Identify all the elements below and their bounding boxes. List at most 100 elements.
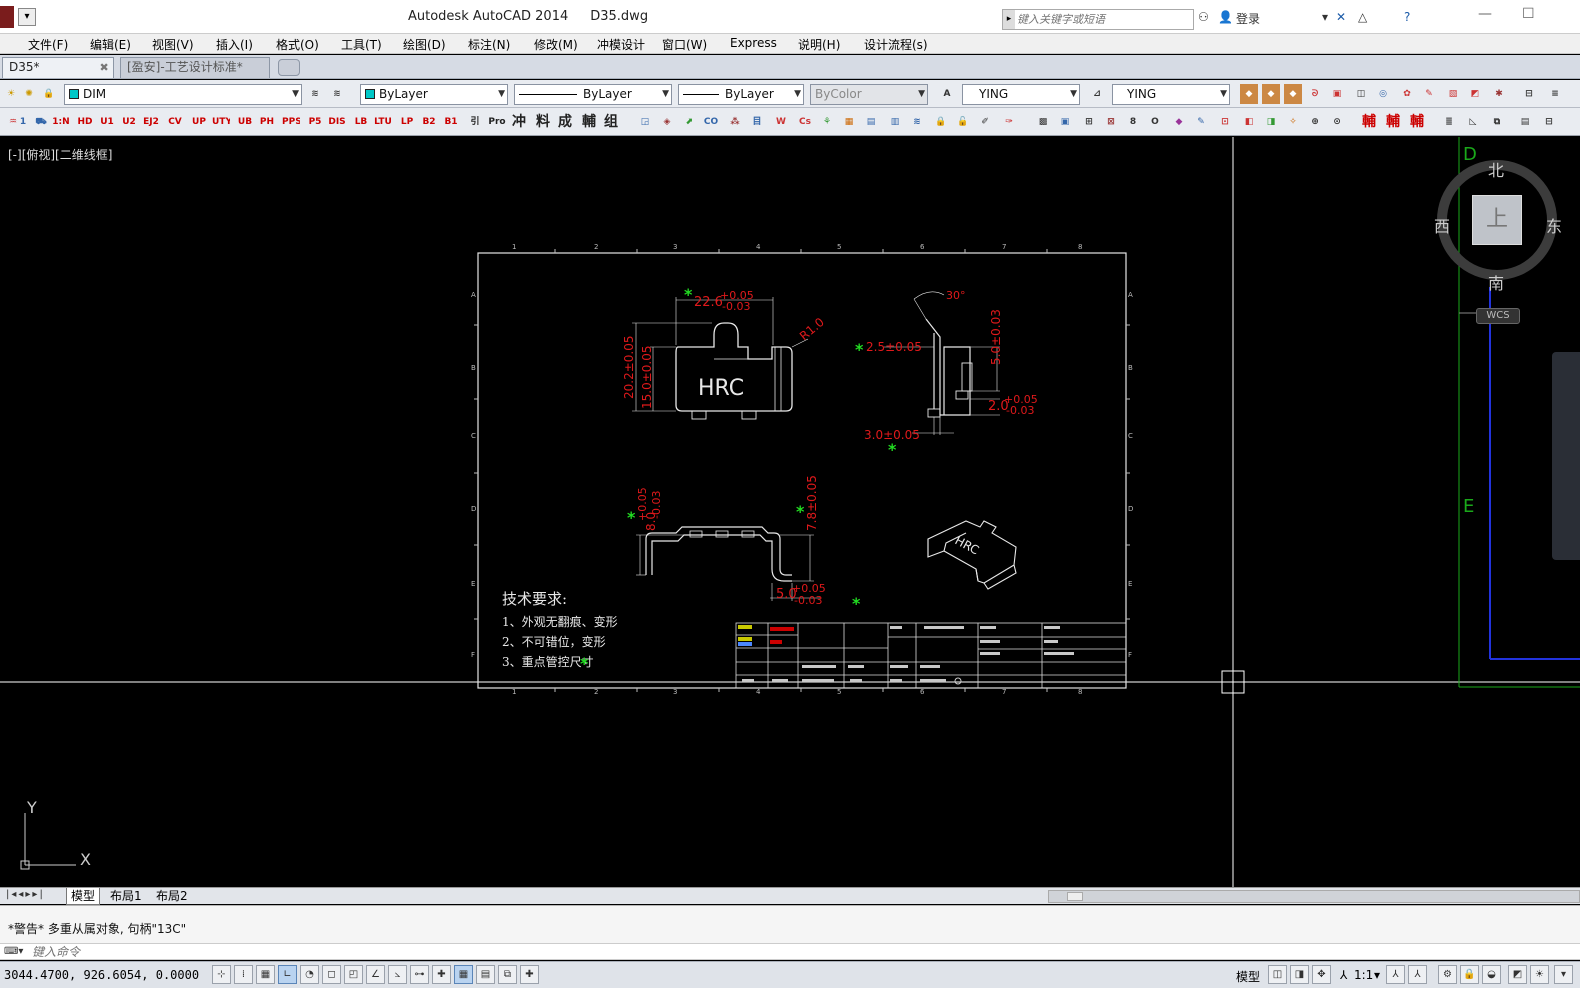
- doc-tab-standard[interactable]: [盈安]-工艺设计标准*: [120, 57, 270, 78]
- toolbar-icon[interactable]: 輔: [1384, 112, 1402, 132]
- viewcube-east[interactable]: 东: [1546, 213, 1562, 237]
- toolbar-icon[interactable]: ◺: [1464, 112, 1482, 132]
- menu-express[interactable]: Express: [730, 36, 777, 50]
- annotation-scale-icon[interactable]: ⅄: [1340, 968, 1347, 982]
- horizontal-scrollbar[interactable]: [1048, 890, 1580, 903]
- toolbar-icon[interactable]: ✎: [1192, 112, 1210, 132]
- quick-access-dropdown-icon[interactable]: ▾: [18, 8, 36, 26]
- doc-tab-d35[interactable]: D35* ✖: [2, 57, 114, 78]
- menu-view[interactable]: 视图(V): [152, 36, 194, 53]
- annotation-scale[interactable]: 1:1: [1354, 968, 1373, 982]
- ducs-icon[interactable]: ⦣: [388, 965, 407, 984]
- help-icon[interactable]: ?: [1404, 10, 1410, 24]
- toolbar-icon-cheng[interactable]: 成: [556, 112, 574, 132]
- tool-icon[interactable]: ✱: [1490, 84, 1508, 104]
- toolbar-lock-icon[interactable]: 🔒: [1460, 965, 1479, 984]
- lock-icon[interactable]: 🔒: [40, 84, 58, 104]
- command-input[interactable]: [32, 944, 932, 959]
- search-expand-icon[interactable]: ▸: [1003, 10, 1015, 29]
- toolbar-icon[interactable]: ▣: [1056, 112, 1074, 132]
- toolbar-icon[interactable]: ▤: [1516, 112, 1534, 132]
- tool-icon[interactable]: ▧: [1444, 84, 1462, 104]
- toolbar-icon-pro[interactable]: Pro: [488, 112, 506, 132]
- app-menu-button[interactable]: [0, 6, 14, 28]
- lineweight-dropdown[interactable]: ByLayer ▼: [678, 84, 804, 105]
- toolbar-icon[interactable]: ▥: [886, 112, 904, 132]
- dyn-icon[interactable]: ⊶: [410, 965, 429, 984]
- toolbar-icon[interactable]: ✧: [1284, 112, 1302, 132]
- tool-icon[interactable]: ◫: [1352, 84, 1370, 104]
- dim-style-icon[interactable]: ⊿: [1088, 84, 1106, 104]
- toolbar-icon-u2[interactable]: U2: [120, 112, 138, 132]
- menu-draw[interactable]: 绘图(D): [403, 36, 446, 53]
- toolbar-icon[interactable]: 8: [1124, 112, 1142, 132]
- workspace-gear-icon[interactable]: ⚙: [1438, 965, 1457, 984]
- menu-format[interactable]: 格式(O): [276, 36, 319, 53]
- toolbar-icon[interactable]: ⊙: [1328, 112, 1346, 132]
- toolbar-icon-ph[interactable]: PH: [258, 112, 276, 132]
- osnap-icon[interactable]: ◻: [322, 965, 341, 984]
- maximize-icon[interactable]: ☐: [1522, 6, 1535, 22]
- linetype-dropdown[interactable]: ByLayer ▼: [514, 84, 672, 105]
- transparency-icon[interactable]: ▦: [454, 965, 473, 984]
- menu-die-design[interactable]: 冲模设计: [597, 36, 645, 53]
- lineweight-icon[interactable]: ✚: [432, 965, 451, 984]
- toolbar-icon[interactable]: 目: [748, 112, 766, 132]
- selection-cycling-icon[interactable]: ⧉: [498, 965, 517, 984]
- tool-icon[interactable]: ✿: [1398, 84, 1416, 104]
- toolbar-icon[interactable]: ⊟: [1540, 112, 1558, 132]
- toolbar-icon-hd[interactable]: HD: [76, 112, 94, 132]
- toolbar-icon-uty[interactable]: UTY: [212, 112, 230, 132]
- toolbar-icon[interactable]: 輔: [1408, 112, 1426, 132]
- coordinate-readout[interactable]: 3044.4700, 926.6054, 0.0000: [4, 968, 199, 982]
- toolbar-icon-dis[interactable]: DIS: [328, 112, 346, 132]
- minimize-icon[interactable]: —: [1478, 6, 1492, 22]
- toolbar-icon-pps[interactable]: PPS: [282, 112, 300, 132]
- toolbar-icon[interactable]: ⊡: [1216, 112, 1234, 132]
- chevron-down-icon[interactable]: ▾: [1374, 968, 1380, 982]
- otrack-icon[interactable]: ∠: [366, 965, 385, 984]
- tab-model[interactable]: 模型: [66, 888, 101, 905]
- lightbulb-icon[interactable]: ☀: [1530, 965, 1549, 984]
- toolbar-icon[interactable]: W: [772, 112, 790, 132]
- scroll-thumb[interactable]: [1067, 892, 1083, 901]
- toolbar-icon[interactable]: ⁂: [726, 112, 744, 132]
- quick-props-icon[interactable]: ▤: [476, 965, 495, 984]
- toolbar-icon[interactable]: ◈: [658, 112, 676, 132]
- toolbar-icon-ub[interactable]: UB: [236, 112, 254, 132]
- ortho-icon[interactable]: ∟: [278, 965, 297, 984]
- menu-file[interactable]: 文件(F): [28, 36, 68, 53]
- navigation-bar[interactable]: [1552, 352, 1580, 560]
- text-style-dropdown[interactable]: YING ▼: [962, 84, 1080, 105]
- clean-screen-icon[interactable]: ▾: [1554, 965, 1573, 984]
- auto-scale-icon[interactable]: ⅄: [1408, 965, 1427, 984]
- a360-icon[interactable]: △: [1358, 10, 1367, 24]
- lightbulb-icon[interactable]: ☀: [2, 84, 20, 104]
- binoculars-icon[interactable]: ⚇: [1198, 10, 1209, 24]
- tool-icon[interactable]: ▣: [1328, 84, 1346, 104]
- toolbar-icon-yin[interactable]: 引: [466, 112, 484, 132]
- viewcube-north[interactable]: 北: [1488, 157, 1504, 181]
- layer-state-icon[interactable]: ≋: [306, 84, 324, 104]
- layer-previous-icon[interactable]: ≋: [328, 84, 346, 104]
- model-space-canvas[interactable]: D E Y X 1 2 3 4 5 6 7 8 1 2 3 4 5 6 7 8 …: [0, 137, 1580, 887]
- menu-help[interactable]: 说明(H): [798, 36, 840, 53]
- pan-icon[interactable]: ✥: [1312, 965, 1331, 984]
- toolbar-icon[interactable]: ⊕: [1306, 112, 1324, 132]
- toolbar-icon[interactable]: ⛟: [32, 112, 50, 132]
- toolbar-icon[interactable]: ◲: [636, 112, 654, 132]
- toolbar-icon-b1[interactable]: B1: [442, 112, 460, 132]
- toolbar-icon-liao[interactable]: 料: [534, 112, 552, 132]
- toolbar-icon[interactable]: 1: [14, 112, 32, 132]
- new-tab-button[interactable]: [278, 59, 300, 76]
- toolbar-icon[interactable]: ⚘: [818, 112, 836, 132]
- toolbar-icon[interactable]: ⧉: [1488, 112, 1506, 132]
- toolbar-icon[interactable]: ≣: [1440, 112, 1458, 132]
- close-icon[interactable]: ✖: [100, 61, 109, 74]
- toolbar-icon[interactable]: ◧: [1240, 112, 1258, 132]
- tool-icon[interactable]: ◆: [1240, 84, 1258, 104]
- model-space-label[interactable]: 模型: [1236, 968, 1260, 985]
- toolbar-icon[interactable]: ⊠: [1102, 112, 1120, 132]
- hardware-acceleration-icon[interactable]: ◒: [1482, 965, 1501, 984]
- menu-tools[interactable]: 工具(T): [341, 36, 382, 53]
